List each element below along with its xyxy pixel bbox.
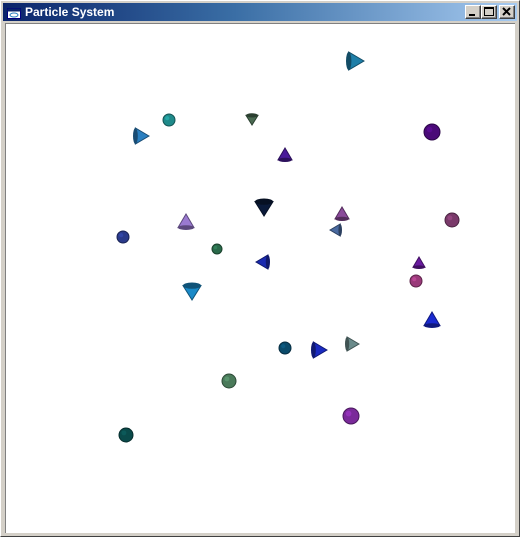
app-window-icon	[7, 6, 21, 19]
minimize-button[interactable]	[465, 5, 481, 19]
particle-sphere-9	[444, 212, 460, 228]
particle-cone-20	[311, 341, 328, 359]
particle-sphere-19	[278, 341, 292, 355]
render-viewport[interactable]	[5, 23, 515, 533]
window-title: Particle System	[25, 5, 115, 19]
particle-sphere-2	[162, 113, 176, 127]
particle-system-window: Particle System	[0, 0, 520, 537]
particle-cone-10	[177, 213, 195, 231]
title-bar[interactable]: Particle System	[3, 3, 517, 21]
particle-cone-1	[346, 51, 365, 71]
particle-sphere-23	[342, 407, 360, 425]
particle-cone-8	[334, 206, 350, 221]
particle-cone-7	[254, 198, 274, 217]
maximize-button[interactable]	[481, 5, 497, 19]
close-button[interactable]	[499, 5, 515, 19]
particle-sphere-16	[409, 274, 423, 288]
particle-cone-14	[255, 254, 270, 270]
particle-cone-21	[345, 336, 360, 352]
particle-sphere-24	[118, 427, 134, 443]
particle-sphere-13	[211, 243, 223, 255]
minimize-icon	[469, 14, 475, 16]
particle-scene	[116, 51, 460, 443]
particle-sphere-22	[221, 373, 237, 389]
particle-cone-3	[245, 113, 259, 126]
particle-cone-18	[423, 311, 441, 328]
particle-sphere-5	[423, 123, 441, 141]
particle-cone-17	[182, 282, 202, 301]
particle-cone-15	[412, 256, 426, 269]
particle-cone-6	[277, 147, 293, 162]
maximize-icon	[484, 7, 494, 16]
particle-sphere-12	[116, 230, 130, 244]
particle-cone-11	[329, 223, 343, 237]
close-icon	[502, 7, 511, 16]
particle-cone-4	[133, 127, 150, 145]
